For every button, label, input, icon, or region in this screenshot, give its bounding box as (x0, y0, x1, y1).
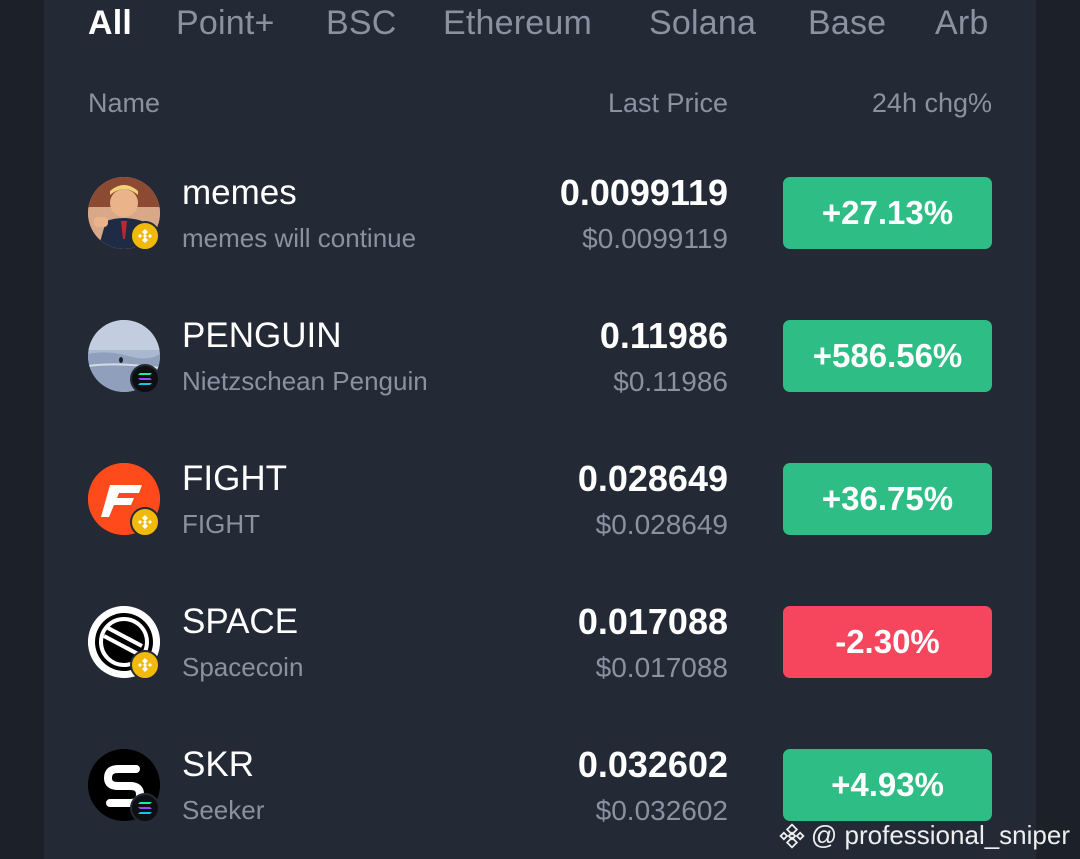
watermark: @ professional_sniper (779, 820, 1070, 851)
last-price: 0.0099119 (559, 172, 728, 213)
usd-price: $0.0099119 (582, 223, 728, 254)
token-symbol: SKR (182, 745, 254, 784)
change-badge[interactable]: +36.75% (783, 463, 992, 535)
token-name: Spacecoin (182, 652, 304, 682)
bnb-chain-icon (130, 221, 160, 251)
watermark-text: @ professional_sniper (810, 820, 1070, 850)
tab-point-plus[interactable]: Point+ (176, 4, 275, 43)
change-badge[interactable]: -2.30% (783, 606, 992, 678)
bnb-chain-icon (130, 507, 160, 537)
column-header-last-price[interactable]: Last Price (608, 88, 728, 119)
column-header-24h-change[interactable]: 24h chg% (872, 88, 992, 119)
column-header-name[interactable]: Name (88, 88, 160, 119)
usd-price: $0.028649 (595, 509, 728, 540)
token-row-space[interactable]: SPACE Spacecoin 0.017088 $0.017088 -2.30… (0, 572, 1080, 715)
last-price: 0.11986 (599, 315, 728, 356)
usd-price: $0.11986 (613, 366, 728, 397)
token-row-fight[interactable]: FIGHT FIGHT 0.028649 $0.028649 +36.75% (0, 429, 1080, 572)
last-price: 0.017088 (577, 601, 728, 642)
tab-ethereum[interactable]: Ethereum (443, 4, 592, 43)
tab-all[interactable]: All (88, 4, 132, 43)
tab-bsc[interactable]: BSC (326, 4, 397, 43)
token-row-penguin[interactable]: PENGUIN Nietzschean Penguin 0.11986 $0.1… (0, 286, 1080, 429)
solana-chain-icon (130, 793, 160, 823)
token-row-memes[interactable]: memes memes will continue 0.0099119 $0.0… (0, 143, 1080, 286)
token-symbol: PENGUIN (182, 316, 342, 355)
solana-chain-icon (130, 364, 160, 394)
tab-solana[interactable]: Solana (649, 4, 756, 43)
token-name: Seeker (182, 795, 265, 825)
token-symbol: FIGHT (182, 459, 287, 498)
token-name: FIGHT (182, 509, 260, 539)
token-symbol: memes (182, 173, 297, 212)
change-badge[interactable]: +27.13% (783, 177, 992, 249)
last-price: 0.032602 (577, 744, 728, 785)
last-price: 0.028649 (577, 458, 728, 499)
change-badge[interactable]: +586.56% (783, 320, 992, 392)
tab-arb[interactable]: Arb (935, 4, 989, 43)
token-name: Nietzschean Penguin (182, 366, 428, 396)
change-badge[interactable]: +4.93% (783, 749, 992, 821)
binance-logo-icon (779, 822, 805, 849)
token-symbol: SPACE (182, 602, 299, 641)
token-name: memes will continue (182, 223, 417, 253)
usd-price: $0.017088 (595, 652, 728, 683)
usd-price: $0.032602 (595, 795, 728, 826)
tab-base[interactable]: Base (808, 4, 886, 43)
bnb-chain-icon (130, 650, 160, 680)
